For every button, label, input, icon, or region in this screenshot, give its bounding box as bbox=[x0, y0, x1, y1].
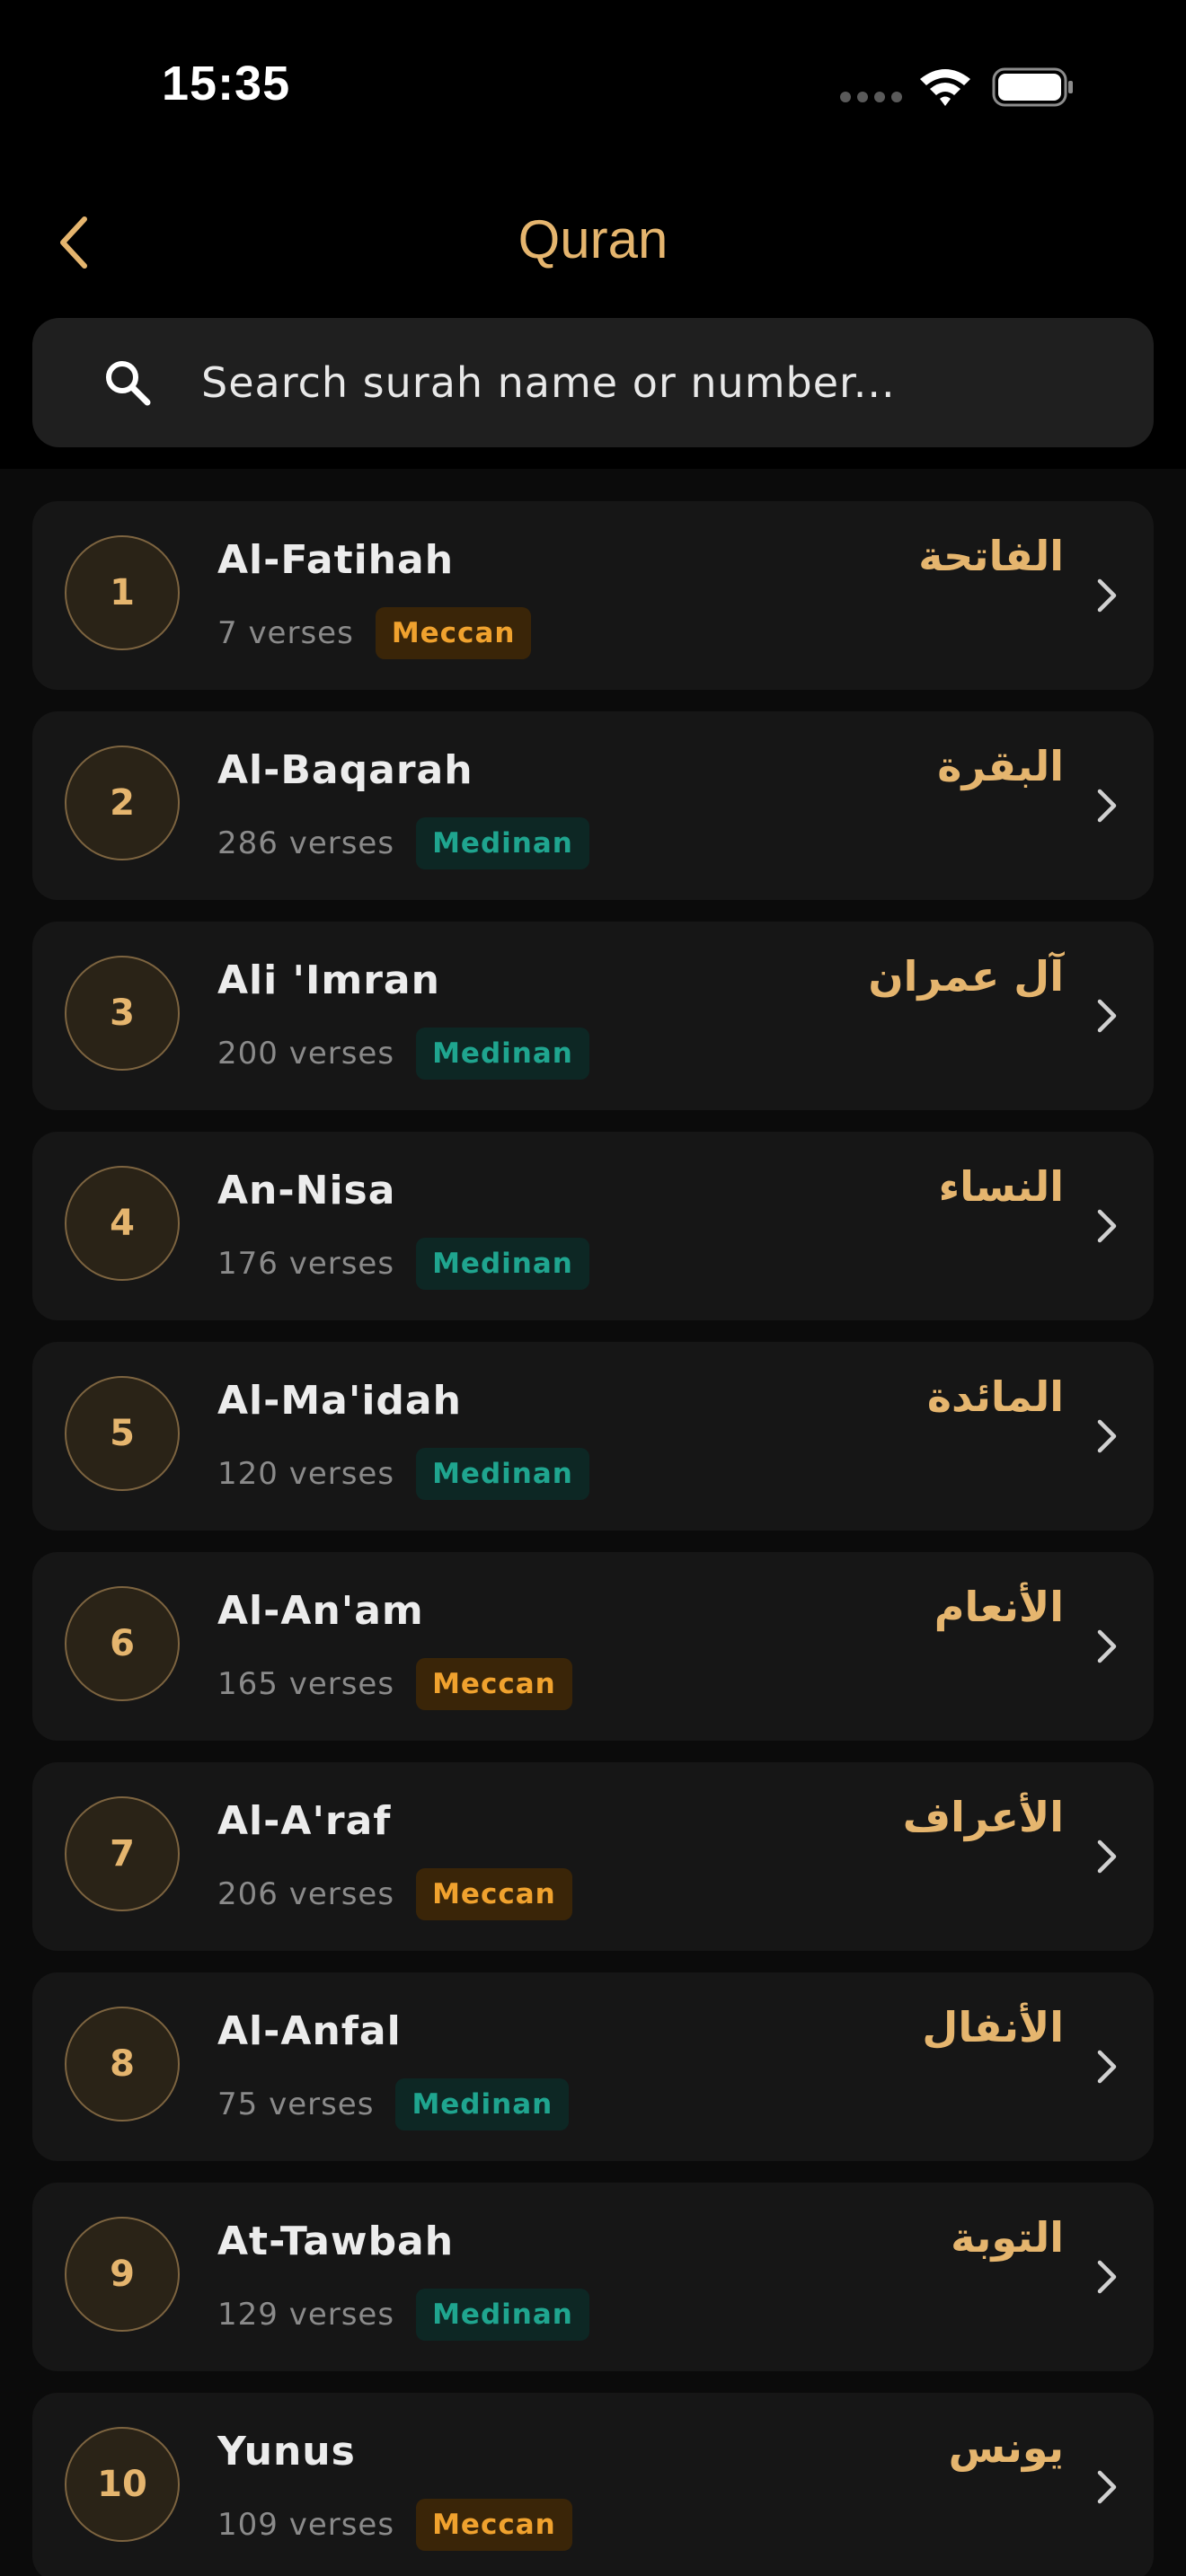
surah-number-badge: 6 bbox=[65, 1586, 180, 1701]
chevron-right-icon bbox=[1097, 2470, 1117, 2504]
surah-name: Al-Baqarah bbox=[217, 747, 474, 793]
verse-count: 286 verses bbox=[217, 825, 395, 861]
surah-list-item[interactable]: 2 Al-Baqarah 286 verses Medinan البقرة bbox=[32, 711, 1154, 900]
battery-icon bbox=[992, 67, 1073, 107]
surah-arabic-name: المائدة bbox=[926, 1372, 1064, 1421]
surah-name: At-Tawbah bbox=[217, 2219, 455, 2264]
surah-meta: 286 verses Medinan bbox=[217, 817, 589, 869]
verse-count: 109 verses bbox=[217, 2507, 395, 2543]
surah-list-item[interactable]: 8 Al-Anfal 75 verses Medinan الأنفال bbox=[32, 1972, 1154, 2161]
verse-count: 176 verses bbox=[217, 1246, 395, 1282]
surah-list-item[interactable]: 3 Ali 'Imran 200 verses Medinan آل عمران bbox=[32, 922, 1154, 1110]
surah-name: Al-An'am bbox=[217, 1588, 424, 1634]
wifi-icon bbox=[920, 69, 970, 106]
surah-meta: 120 verses Medinan bbox=[217, 1448, 589, 1500]
surah-arabic-name: آل عمران bbox=[868, 952, 1064, 1001]
surah-meta: 7 verses Meccan bbox=[217, 607, 532, 659]
surah-list: 1 Al-Fatihah 7 verses Meccan الفاتحة 2 Al-Baqa… bbox=[0, 469, 1186, 2576]
verse-count: 200 verses bbox=[217, 1036, 395, 1072]
surah-meta: 109 verses Meccan bbox=[217, 2499, 572, 2551]
revelation-type-badge: Medinan bbox=[416, 1448, 589, 1500]
surah-arabic-name: الأنعام bbox=[934, 1583, 1064, 1631]
surah-list-item[interactable]: 7 Al-A'raf 206 verses Meccan الأعراف bbox=[32, 1762, 1154, 1951]
surah-meta: 129 verses Medinan bbox=[217, 2289, 589, 2341]
surah-number-badge: 10 bbox=[65, 2427, 180, 2542]
revelation-type-badge: Medinan bbox=[416, 817, 589, 869]
surah-number-badge: 5 bbox=[65, 1376, 180, 1491]
chevron-right-icon bbox=[1097, 2260, 1117, 2294]
surah-list-item[interactable]: 6 Al-An'am 165 verses Meccan الأنعام bbox=[32, 1552, 1154, 1741]
surah-number-badge: 3 bbox=[65, 956, 180, 1071]
chevron-right-icon bbox=[1097, 1839, 1117, 1874]
chevron-right-icon bbox=[1097, 999, 1117, 1033]
surah-arabic-name: البقرة bbox=[937, 742, 1064, 790]
surah-list-item[interactable]: 1 Al-Fatihah 7 verses Meccan الفاتحة bbox=[32, 501, 1154, 690]
search-input[interactable] bbox=[199, 346, 1154, 419]
surah-number-badge: 8 bbox=[65, 2007, 180, 2122]
chevron-right-icon bbox=[1097, 789, 1117, 823]
surah-list-item[interactable]: 9 At-Tawbah 129 verses Medinan التوبة bbox=[32, 2183, 1154, 2371]
page-title: Quran bbox=[518, 209, 668, 269]
status-bar: 15:35 bbox=[0, 0, 1186, 171]
surah-arabic-name: يونس bbox=[948, 2423, 1064, 2472]
revelation-type-badge: Meccan bbox=[416, 2499, 572, 2551]
surah-meta: 206 verses Meccan bbox=[217, 1868, 572, 1920]
surah-arabic-name: الفاتحة bbox=[918, 532, 1064, 580]
surah-list-item[interactable]: 5 Al-Ma'idah 120 verses Medinan المائدة bbox=[32, 1342, 1154, 1531]
chevron-right-icon bbox=[1097, 578, 1117, 613]
verse-count: 165 verses bbox=[217, 1666, 395, 1702]
chevron-right-icon bbox=[1097, 1209, 1117, 1243]
chevron-right-icon bbox=[1097, 1629, 1117, 1663]
search-icon bbox=[106, 361, 151, 406]
surah-number-badge: 1 bbox=[65, 535, 180, 650]
surah-name: Al-Ma'idah bbox=[217, 1378, 462, 1424]
revelation-type-badge: Meccan bbox=[375, 607, 532, 659]
chevron-right-icon bbox=[1097, 2050, 1117, 2084]
surah-name: An-Nisa bbox=[217, 1168, 396, 1213]
surah-arabic-name: التوبة bbox=[951, 2213, 1064, 2262]
surah-name: Al-A'raf bbox=[217, 1798, 392, 1844]
verse-count: 75 verses bbox=[217, 2086, 375, 2122]
surah-meta: 165 verses Meccan bbox=[217, 1658, 572, 1710]
chevron-right-icon bbox=[1097, 1419, 1117, 1453]
surah-list-item[interactable]: 4 An-Nisa 176 verses Medinan النساء bbox=[32, 1132, 1154, 1320]
surah-meta: 75 verses Medinan bbox=[217, 2078, 570, 2130]
surah-number-badge: 9 bbox=[65, 2217, 180, 2332]
revelation-type-badge: Medinan bbox=[416, 2289, 589, 2341]
revelation-type-badge: Meccan bbox=[416, 1868, 572, 1920]
cellular-signal-icon bbox=[840, 92, 903, 102]
surah-name: Ali 'Imran bbox=[217, 957, 440, 1003]
verse-count: 120 verses bbox=[217, 1456, 395, 1492]
header: Quran bbox=[0, 171, 1186, 467]
surah-name: Yunus bbox=[217, 2429, 356, 2475]
verse-count: 206 verses bbox=[217, 1876, 395, 1912]
surah-meta: 176 verses Medinan bbox=[217, 1238, 589, 1290]
verse-count: 129 verses bbox=[217, 2297, 395, 2333]
revelation-type-badge: Medinan bbox=[416, 1238, 589, 1290]
surah-arabic-name: النساء bbox=[938, 1162, 1064, 1211]
surah-number-badge: 7 bbox=[65, 1796, 180, 1911]
status-time: 15:35 bbox=[162, 57, 291, 110]
surah-number-badge: 4 bbox=[65, 1166, 180, 1281]
surah-meta: 200 verses Medinan bbox=[217, 1028, 589, 1080]
surah-number-badge: 2 bbox=[65, 745, 180, 860]
surah-arabic-name: الأعراف bbox=[902, 1793, 1064, 1841]
surah-list-item[interactable]: 10 Yunus 109 verses Meccan يونس bbox=[32, 2393, 1154, 2576]
verse-count: 7 verses bbox=[217, 615, 354, 651]
search-bar[interactable] bbox=[32, 318, 1154, 447]
revelation-type-badge: Meccan bbox=[416, 1658, 572, 1710]
surah-arabic-name: الأنفال bbox=[922, 2003, 1064, 2051]
revelation-type-badge: Medinan bbox=[395, 2078, 570, 2130]
revelation-type-badge: Medinan bbox=[416, 1028, 589, 1080]
surah-name: Al-Fatihah bbox=[217, 537, 455, 583]
surah-name: Al-Anfal bbox=[217, 2008, 402, 2054]
